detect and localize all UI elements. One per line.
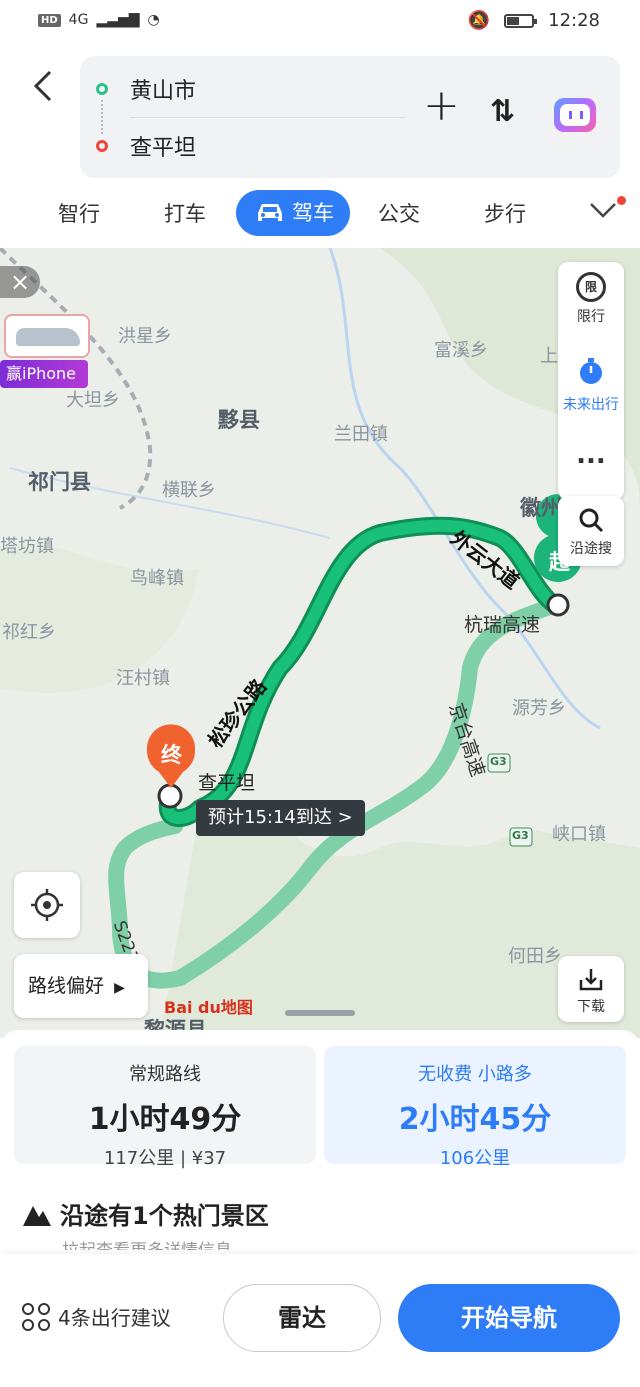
destination-field[interactable]: 查平坦 [130, 130, 196, 162]
map-place: 祁红乡 [2, 622, 56, 643]
road-label: 杭瑞高速 [464, 614, 541, 636]
signal-icon: ▂▃▅▇ [96, 12, 140, 28]
eta-badge[interactable]: 预计15:14到达 > [196, 800, 365, 836]
route-option-detail: 117公里 | ¥37 [103, 1148, 227, 1169]
tab-taxi[interactable]: 打车 [164, 190, 206, 238]
destination-label: 查平坦 [198, 772, 256, 794]
mountain-icon [23, 1206, 51, 1226]
ai-assistant-button[interactable] [554, 98, 596, 132]
travel-mode-tabs: 智行 打车 驾车 公交 步行 [0, 190, 640, 238]
map-place: 鸟峰镇 [130, 568, 184, 589]
promo-label: 赢iPhone [0, 360, 88, 388]
route-option-toll-free[interactable]: 无收费 小路多 2小时45分 106公里 [324, 1046, 626, 1169]
radar-button[interactable]: 雷达 [223, 1284, 381, 1352]
route-card: 黄山市 查平坦 + ⇅ [80, 56, 620, 178]
route-option-duration: 1小时49分 [88, 1102, 242, 1137]
divider [130, 117, 405, 118]
map-place: 塔坊镇 [0, 536, 54, 557]
map-place: 何田乡 [508, 946, 562, 967]
pull-hint: 拉起查看更多详情信息 [62, 1236, 232, 1250]
restriction-label: 限行 [577, 309, 605, 325]
traffic-restriction-button[interactable]: 限 限行 [558, 262, 624, 346]
assistant-icon [569, 111, 583, 119]
route-option-detail: 106公里 [439, 1148, 511, 1169]
swap-route-button[interactable]: ⇅ [490, 94, 515, 129]
map-tools-panel: 限 限行 未来出行 ... [558, 262, 624, 500]
tab-smart[interactable]: 智行 [58, 190, 100, 238]
locate-button[interactable] [14, 872, 80, 938]
route-preference-button[interactable]: 路线偏好 ▶ [14, 954, 148, 1018]
map-place: 源芳乡 [512, 698, 566, 719]
map-place: 黟县 [218, 408, 260, 432]
future-travel-button[interactable]: 未来出行 [558, 346, 624, 430]
map-place: 兰田镇 [334, 424, 388, 445]
hd-badge: HD [38, 13, 61, 27]
map-place: 洪星乡 [118, 326, 172, 347]
stopwatch-icon [580, 358, 602, 384]
route-option-normal[interactable]: 常规路线 1小时49分 117公里 | ¥37 [14, 1046, 316, 1169]
route-option-duration: 2小时45分 [398, 1102, 552, 1137]
map-place: 横联乡 [162, 480, 216, 501]
footer-bar: 4条出行建议 雷达 开始导航 [0, 1254, 640, 1387]
route-connector [101, 100, 103, 134]
map-place: 大坦乡 [66, 390, 120, 411]
more-button[interactable]: ... [558, 430, 624, 500]
suggestions-label: 4条出行建议 [58, 1306, 171, 1330]
search-icon [579, 508, 604, 533]
destination-dot-icon [96, 140, 108, 152]
status-bar: HD 4G ▂▃▅▇ ◔ 🔕 12:28 [0, 0, 640, 44]
restriction-icon: 限 [576, 272, 606, 302]
drag-handle[interactable] [285, 1010, 355, 1016]
start-navigation-button[interactable]: 开始导航 [398, 1284, 620, 1352]
along-search-button[interactable]: 沿途搜 [558, 496, 624, 566]
promo-car-image [4, 314, 90, 358]
locate-icon [31, 889, 63, 921]
tab-walk[interactable]: 步行 [484, 190, 526, 238]
promo-banner[interactable]: × 赢iPhone [0, 266, 92, 388]
download-button[interactable]: 下载 [558, 956, 624, 1022]
chevron-down-icon [590, 203, 616, 218]
baidu-logo: Bai du地图 [164, 998, 253, 1017]
clock: 12:28 [548, 10, 600, 31]
map-place: 峡口镇 [552, 824, 606, 845]
close-icon[interactable]: × [0, 266, 40, 298]
notification-dot [617, 196, 626, 205]
origin-dot-icon [96, 83, 108, 95]
battery-icon [504, 13, 538, 28]
mute-icon: 🔕 [467, 10, 491, 31]
back-button[interactable] [28, 66, 60, 106]
map-place: 富溪乡 [434, 340, 488, 361]
caret-right-icon: ▶ [114, 980, 125, 996]
download-label: 下载 [577, 999, 605, 1015]
tab-drive[interactable]: 驾车 [236, 190, 350, 236]
car-icon [258, 204, 282, 221]
chevron-left-icon [33, 70, 52, 102]
route-option-tag: 常规路线 [129, 1064, 201, 1085]
wifi-icon: ◔ [147, 12, 160, 28]
map-place: 祁门县 [28, 470, 91, 494]
origin-field[interactable]: 黄山市 [130, 73, 196, 105]
route-preference-label: 路线偏好 [28, 975, 105, 997]
tab-bus[interactable]: 公交 [378, 190, 420, 238]
map-place: 上 [540, 346, 558, 367]
suggestions-button[interactable]: 4条出行建议 [22, 1302, 171, 1331]
more-dots-icon: ... [576, 440, 606, 470]
end-marker[interactable]: 终 [161, 739, 182, 769]
download-icon [579, 969, 603, 991]
network-label: 4G [68, 12, 89, 28]
highway-shield: G3 [512, 829, 529, 842]
map-view[interactable]: 洪星乡 大坦乡 黟县 富溪乡 兰田镇 祁门县 横联乡 徽州区 塔坊镇 鸟峰镇 祁… [0, 248, 640, 1038]
scenic-info[interactable]: 沿途有1个热门景区 [22, 1196, 269, 1231]
grid-icon [22, 1302, 50, 1331]
map-place: 汪村镇 [116, 668, 170, 689]
route-option-tag: 无收费 小路多 [418, 1064, 532, 1085]
future-travel-label: 未来出行 [563, 397, 619, 413]
highway-shield: G3 [490, 755, 507, 768]
more-modes-button[interactable] [588, 198, 618, 228]
scenic-label: 沿途有1个热门景区 [60, 1202, 269, 1230]
add-waypoint-button[interactable]: + [423, 84, 460, 128]
tab-drive-label: 驾车 [292, 201, 334, 225]
along-search-label: 沿途搜 [570, 541, 612, 557]
